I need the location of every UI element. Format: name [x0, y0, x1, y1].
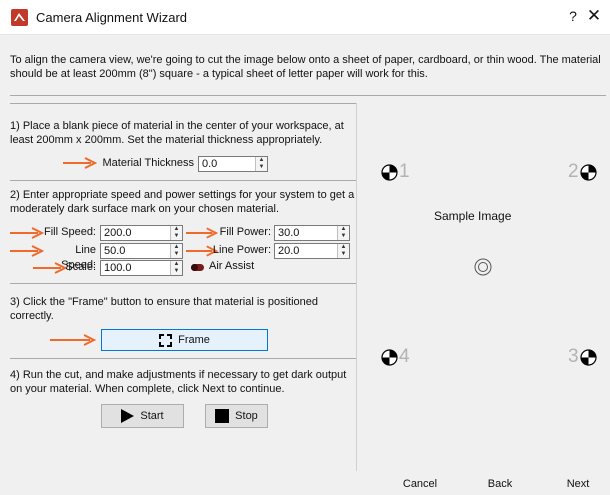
play-icon [121, 409, 135, 423]
left-top-divider [10, 103, 356, 104]
arrow-material-thickness [63, 157, 97, 169]
registration-mark-2: 2 [568, 161, 597, 183]
step1-divider [10, 180, 356, 181]
back-button[interactable]: Back [470, 473, 530, 495]
start-button[interactable]: Start [101, 404, 184, 428]
fill-speed-label: Fill Speed: [44, 226, 96, 238]
step2-divider [10, 283, 356, 284]
frame-label: Frame [178, 334, 210, 346]
fill-power-input[interactable]: 30.0 ▲ ▼ [274, 225, 350, 241]
line-power-input[interactable]: 20.0 ▲ ▼ [274, 243, 350, 259]
line-power-value: 20.0 [278, 245, 300, 257]
air-assist-toggle[interactable] [191, 264, 204, 271]
step1-text: 1) Place a blank piece of material in th… [10, 120, 344, 146]
registration-mark-icon [381, 348, 398, 366]
title-bar: Camera Alignment Wizard ? ✕ [0, 0, 610, 35]
sample-image-label: Sample Image [434, 209, 512, 223]
registration-mark-4: 4 [381, 346, 410, 368]
spinner-arrows-icon[interactable]: ▲ ▼ [170, 226, 182, 240]
fill-power-label: Fill Power: [219, 226, 271, 238]
line-speed-value: 50.0 [104, 245, 126, 257]
registration-mark-3: 3 [568, 346, 597, 368]
scale-value: 100.0 [104, 262, 132, 274]
marker-3-label: 3 [568, 346, 579, 367]
app-icon [11, 9, 28, 26]
intro-text: To align the camera view, we're going to… [10, 54, 601, 80]
air-assist-label: Air Assist [209, 260, 255, 272]
marker-1-label: 1 [399, 161, 410, 182]
cancel-button[interactable]: Cancel [390, 473, 450, 495]
stop-label: Stop [235, 410, 258, 422]
line-power-label: Line Power: [212, 244, 271, 256]
spinner-arrows-icon[interactable]: ▲ ▼ [255, 157, 267, 171]
spinner-arrows-icon[interactable]: ▲ ▼ [337, 226, 349, 240]
help-button[interactable]: ? [566, 8, 580, 24]
registration-mark-icon [579, 163, 597, 181]
panel-divider [356, 103, 357, 471]
registration-mark-icon [381, 163, 398, 181]
material-thickness-value: 0.0 [202, 158, 218, 170]
spinner-arrows-icon[interactable]: ▲ ▼ [170, 244, 182, 258]
arrow-frame [50, 334, 96, 346]
fill-speed-input[interactable]: 200.0 ▲ ▼ [100, 225, 183, 241]
fill-speed-value: 200.0 [104, 227, 132, 239]
step2-text: 2) Enter appropriate speed and power set… [10, 189, 355, 215]
next-button[interactable]: Next [554, 473, 602, 495]
step3-text: 3) Click the "Frame" button to ensure th… [10, 296, 319, 322]
top-divider [10, 95, 606, 96]
center-target-icon [474, 258, 492, 276]
frame-icon [159, 333, 173, 347]
marker-2-label: 2 [568, 161, 579, 182]
close-button[interactable]: ✕ [585, 6, 603, 26]
material-thickness-input[interactable]: 0.0 ▲ ▼ [198, 156, 268, 172]
spinner-arrows-icon[interactable]: ▲ ▼ [337, 244, 349, 258]
material-thickness-label: Material Thickness [102, 157, 195, 169]
stop-button[interactable]: Stop [205, 404, 268, 428]
scale-label: Scale: [65, 261, 96, 273]
frame-button[interactable]: Frame [101, 329, 268, 351]
step4-text: 4) Run the cut, and make adjustments if … [10, 369, 347, 395]
stop-icon [215, 409, 230, 423]
window-title: Camera Alignment Wizard [36, 10, 187, 25]
start-label: Start [140, 410, 164, 422]
marker-4-label: 4 [399, 346, 410, 367]
step3-divider [10, 358, 356, 359]
registration-mark-1: 1 [381, 161, 410, 183]
line-speed-input[interactable]: 50.0 ▲ ▼ [100, 243, 183, 259]
registration-mark-icon [579, 348, 597, 366]
spinner-arrows-icon[interactable]: ▲ ▼ [170, 261, 182, 275]
fill-power-value: 30.0 [278, 227, 300, 239]
scale-input[interactable]: 100.0 ▲ ▼ [100, 260, 183, 276]
